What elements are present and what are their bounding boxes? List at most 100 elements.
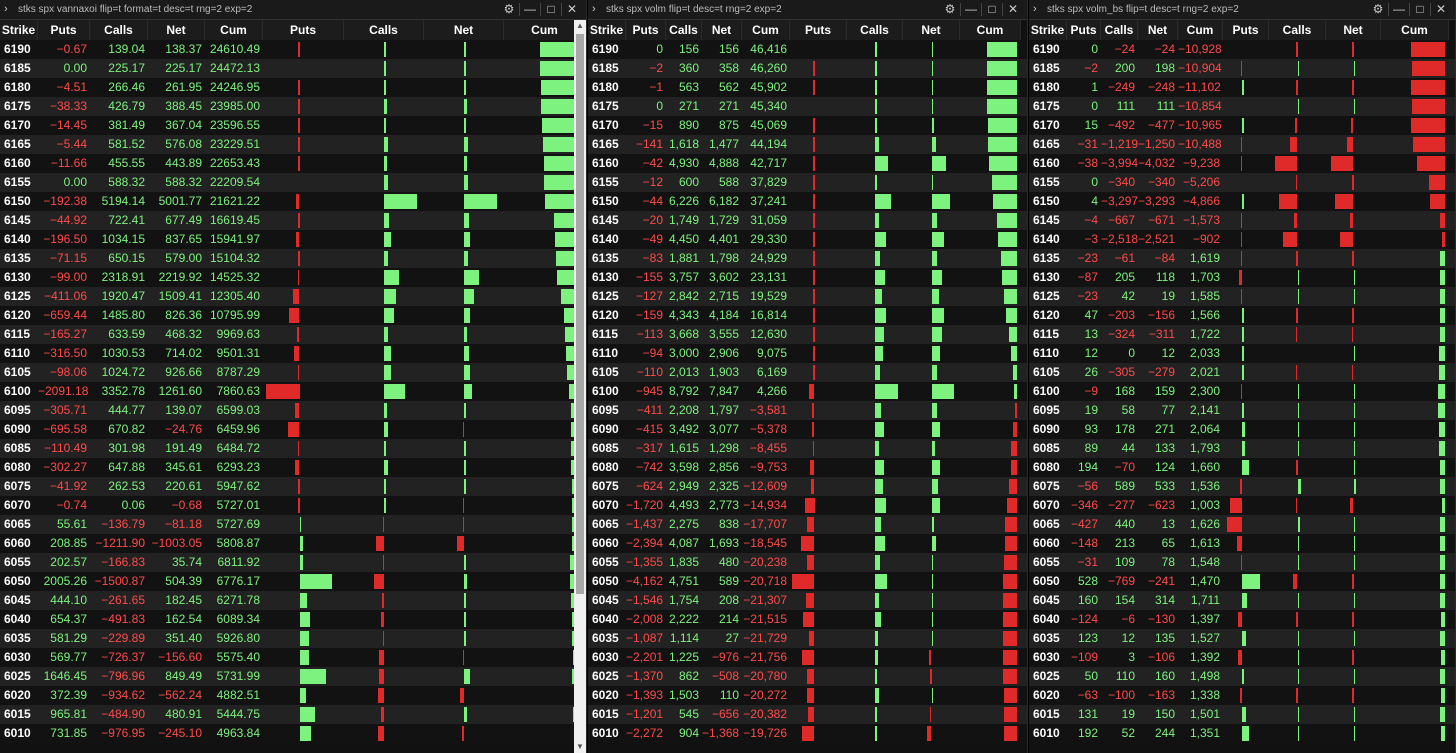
table-row[interactable]: 6055 −31 109 78 1,548 bbox=[1029, 553, 1455, 572]
table-row[interactable]: 6015 131 19 150 1,501 bbox=[1029, 705, 1455, 724]
table-row[interactable]: 6105 26 −305 −279 2,021 bbox=[1029, 363, 1455, 382]
table-row[interactable]: 6055 202.57 −166.83 35.74 6811.92 bbox=[0, 553, 582, 572]
column-header-cum[interactable]: Cum bbox=[205, 20, 263, 40]
maximize-icon[interactable]: □ bbox=[541, 0, 561, 19]
scroll-down-icon[interactable]: ▼ bbox=[574, 741, 586, 753]
table-row[interactable]: 6090 −415 3,492 3,077 −5,378 bbox=[588, 420, 1027, 439]
table-row[interactable]: 6050 2005.26 −1500.87 504.39 6776.17 bbox=[0, 572, 582, 591]
table-row[interactable]: 6145 −20 1,749 1,729 31,059 bbox=[588, 211, 1027, 230]
table-row[interactable]: 6060 208.85 −1211.90 −1003.05 5808.87 bbox=[0, 534, 582, 553]
column-header-strike[interactable]: Strike bbox=[1029, 20, 1067, 40]
column-header-puts[interactable]: Puts bbox=[38, 20, 90, 40]
table-row[interactable]: 6070 −1,720 4,493 2,773 −14,934 bbox=[588, 496, 1027, 515]
column-header-calls[interactable]: Calls bbox=[90, 20, 148, 40]
table-row[interactable]: 6175 −38.33 426.79 388.45 23985.00 bbox=[0, 97, 582, 116]
table-row[interactable]: 6105 −110 2,013 1,903 6,169 bbox=[588, 363, 1027, 382]
gear-icon[interactable]: ⚙ bbox=[499, 0, 519, 19]
table-row[interactable]: 6110 −316.50 1030.53 714.02 9501.31 bbox=[0, 344, 582, 363]
table-row[interactable]: 6190 0 −24 −24 −10,928 bbox=[1029, 40, 1455, 59]
table-row[interactable]: 6185 −2 200 198 −10,904 bbox=[1029, 59, 1455, 78]
table-row[interactable]: 6070 −346 −277 −623 1,003 bbox=[1029, 496, 1455, 515]
table-row[interactable]: 6035 123 12 135 1,527 bbox=[1029, 629, 1455, 648]
table-row[interactable]: 6170 −14.45 381.49 367.04 23596.55 bbox=[0, 116, 582, 135]
column-header-cum-bar[interactable]: Cum bbox=[960, 20, 1021, 40]
close-icon[interactable]: ✕ bbox=[1003, 0, 1023, 19]
table-row[interactable]: 6125 −127 2,842 2,715 19,529 bbox=[588, 287, 1027, 306]
table-row[interactable]: 6020 −1,393 1,503 110 −20,272 bbox=[588, 686, 1027, 705]
table-row[interactable]: 6080 −302.27 647.88 345.61 6293.23 bbox=[0, 458, 582, 477]
table-row[interactable]: 6115 13 −324 −311 1,722 bbox=[1029, 325, 1455, 344]
table-row[interactable]: 6015 965.81 −484.90 480.91 5444.75 bbox=[0, 705, 582, 724]
table-row[interactable]: 6015 −1,201 545 −656 −20,382 bbox=[588, 705, 1027, 724]
table-row[interactable]: 6155 0.00 588.32 588.32 22209.54 bbox=[0, 173, 582, 192]
close-icon[interactable]: ✕ bbox=[1431, 0, 1451, 19]
table-row[interactable]: 6010 192 52 244 1,351 bbox=[1029, 724, 1455, 743]
table-row[interactable]: 6090 −695.58 670.82 −24.76 6459.96 bbox=[0, 420, 582, 439]
table-row[interactable]: 6145 −44.92 722.41 677.49 16619.45 bbox=[0, 211, 582, 230]
table-row[interactable]: 6160 −11.66 455.55 443.89 22653.43 bbox=[0, 154, 582, 173]
column-header-calls[interactable]: Calls bbox=[666, 20, 702, 40]
column-header-puts-bar[interactable]: Puts bbox=[1223, 20, 1269, 40]
minimize-icon[interactable]: — bbox=[520, 0, 540, 19]
table-row[interactable]: 6120 −659.44 1485.80 826.36 10795.99 bbox=[0, 306, 582, 325]
table-row[interactable]: 6045 −1,546 1,754 208 −21,307 bbox=[588, 591, 1027, 610]
table-row[interactable]: 6085 −110.49 301.98 191.49 6484.72 bbox=[0, 439, 582, 458]
table-row[interactable]: 6085 89 44 133 1,793 bbox=[1029, 439, 1455, 458]
table-row[interactable]: 6020 −63 −100 −163 1,338 bbox=[1029, 686, 1455, 705]
table-row[interactable]: 6090 93 178 271 2,064 bbox=[1029, 420, 1455, 439]
table-row[interactable]: 6080 −742 3,598 2,856 −9,753 bbox=[588, 458, 1027, 477]
table-row[interactable]: 6065 55.61 −136.79 −81.18 5727.69 bbox=[0, 515, 582, 534]
table-row[interactable]: 6040 −2,008 2,222 214 −21,515 bbox=[588, 610, 1027, 629]
table-row[interactable]: 6120 −159 4,343 4,184 16,814 bbox=[588, 306, 1027, 325]
table-row[interactable]: 6150 −192.38 5194.14 5001.77 21621.22 bbox=[0, 192, 582, 211]
table-row[interactable]: 6135 −23 −61 −84 1,619 bbox=[1029, 249, 1455, 268]
table-row[interactable]: 6135 −83 1,881 1,798 24,929 bbox=[588, 249, 1027, 268]
table-row[interactable]: 6060 −2,394 4,087 1,693 −18,545 bbox=[588, 534, 1027, 553]
table-row[interactable]: 6130 −155 3,757 3,602 23,131 bbox=[588, 268, 1027, 287]
table-row[interactable]: 6010 −2,272 904 −1,368 −19,726 bbox=[588, 724, 1027, 743]
table-row[interactable]: 6080 194 −70 124 1,660 bbox=[1029, 458, 1455, 477]
table-row[interactable]: 6010 731.85 −976.95 −245.10 4963.84 bbox=[0, 724, 582, 743]
scrollbar-thumb[interactable] bbox=[576, 34, 584, 594]
gear-icon[interactable]: ⚙ bbox=[940, 0, 960, 19]
table-row[interactable]: 6120 47 −203 −156 1,566 bbox=[1029, 306, 1455, 325]
table-row[interactable]: 6165 −5.44 581.52 576.08 23229.51 bbox=[0, 135, 582, 154]
table-row[interactable]: 6145 −4 −667 −671 −1,573 bbox=[1029, 211, 1455, 230]
table-row[interactable]: 6150 4 −3,297 −3,293 −4,866 bbox=[1029, 192, 1455, 211]
table-row[interactable]: 6190 −0.67 139.04 138.37 24610.49 bbox=[0, 40, 582, 59]
table-row[interactable]: 6125 −23 42 19 1,585 bbox=[1029, 287, 1455, 306]
table-row[interactable]: 6180 −1 563 562 45,902 bbox=[588, 78, 1027, 97]
table-row[interactable]: 6180 1 −249 −248 −11,102 bbox=[1029, 78, 1455, 97]
table-row[interactable]: 6100 −945 8,792 7,847 4,266 bbox=[588, 382, 1027, 401]
table-row[interactable]: 6170 15 −492 −477 −10,965 bbox=[1029, 116, 1455, 135]
column-header-puts-bar[interactable]: Puts bbox=[790, 20, 847, 40]
column-header-strike[interactable]: Strike bbox=[0, 20, 38, 40]
table-row[interactable]: 6175 0 271 271 45,340 bbox=[588, 97, 1027, 116]
table-row[interactable]: 6130 −99.00 2318.91 2219.92 14525.32 bbox=[0, 268, 582, 287]
table-row[interactable]: 6075 −624 2,949 2,325 −12,609 bbox=[588, 477, 1027, 496]
table-row[interactable]: 6130 −87 205 118 1,703 bbox=[1029, 268, 1455, 287]
scroll-up-icon[interactable]: ▲ bbox=[574, 20, 586, 32]
table-row[interactable]: 6070 −0.74 0.06 −0.68 5727.01 bbox=[0, 496, 582, 515]
column-header-net[interactable]: Net bbox=[1138, 20, 1178, 40]
table-row[interactable]: 6045 160 154 314 1,711 bbox=[1029, 591, 1455, 610]
minimize-icon[interactable]: — bbox=[961, 0, 981, 19]
table-row[interactable]: 6030 569.77 −726.37 −156.60 5575.40 bbox=[0, 648, 582, 667]
table-row[interactable]: 6165 −141 1,618 1,477 44,194 bbox=[588, 135, 1027, 154]
table-row[interactable]: 6025 50 110 160 1,498 bbox=[1029, 667, 1455, 686]
table-row[interactable]: 6155 0 −340 −340 −5,206 bbox=[1029, 173, 1455, 192]
table-row[interactable]: 6100 −9 168 159 2,300 bbox=[1029, 382, 1455, 401]
chevron-right-icon[interactable]: › bbox=[4, 0, 8, 19]
table-row[interactable]: 6155 −12 600 588 37,829 bbox=[588, 173, 1027, 192]
table-row[interactable]: 6175 0 111 111 −10,854 bbox=[1029, 97, 1455, 116]
table-row[interactable]: 6055 −1,355 1,835 480 −20,238 bbox=[588, 553, 1027, 572]
table-row[interactable]: 6065 −427 440 13 1,626 bbox=[1029, 515, 1455, 534]
table-row[interactable]: 6185 −2 360 358 46,260 bbox=[588, 59, 1027, 78]
column-header-net-bar[interactable]: Net bbox=[424, 20, 504, 40]
column-header-net-bar[interactable]: Net bbox=[903, 20, 960, 40]
column-header-puts-bar[interactable]: Puts bbox=[263, 20, 344, 40]
table-row[interactable]: 6110 12 0 12 2,033 bbox=[1029, 344, 1455, 363]
table-row[interactable]: 6075 −41.92 262.53 220.61 5947.62 bbox=[0, 477, 582, 496]
table-row[interactable]: 6160 −38 −3,994 −4,032 −9,238 bbox=[1029, 154, 1455, 173]
column-header-calls-bar[interactable]: Calls bbox=[847, 20, 903, 40]
